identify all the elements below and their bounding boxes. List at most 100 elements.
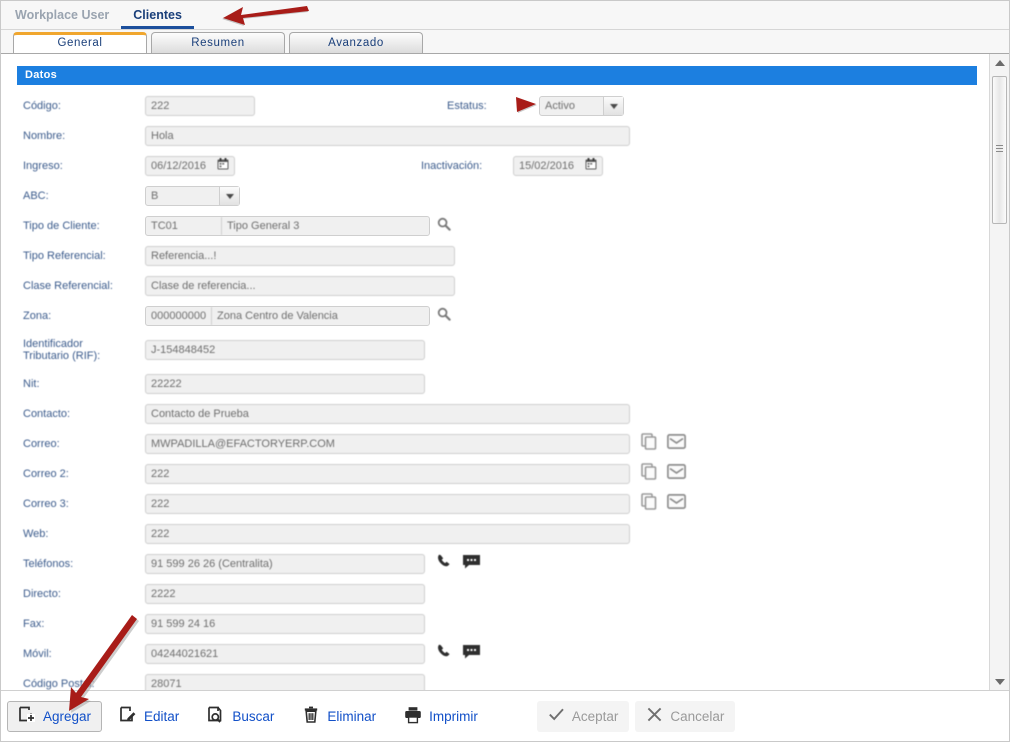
row-zona: Zona: 000000000 Zona Centro de Valencia: [1, 305, 989, 327]
input-tipo-cliente-code[interactable]: TC01: [146, 217, 222, 235]
input-zona-name[interactable]: Zona Centro de Valencia: [212, 307, 429, 325]
triangle-up-icon: [994, 60, 1005, 66]
row-ingreso-inactivacion: Ingreso: 06/12/2016 Inactivación: 15/02/…: [1, 155, 989, 177]
input-zona-code[interactable]: 000000000: [146, 307, 212, 325]
input-telefonos[interactable]: 91 599 26 26 (Centralita): [145, 554, 425, 574]
input-movil[interactable]: 04244021621: [145, 644, 425, 664]
label-clase-referencial: Clase Referencial:: [23, 280, 113, 292]
mail-icon[interactable]: [667, 464, 686, 484]
form-canvas: Datos Código: 222 Estatus: Activo Nombre…: [1, 54, 989, 691]
phone-icon[interactable]: [436, 553, 453, 575]
scrollbar-grip-icon: [996, 145, 1003, 152]
datefield-ingreso[interactable]: 06/12/2016: [145, 156, 235, 176]
tab-resumen[interactable]: Resumen: [151, 32, 285, 53]
correo2-actions: [641, 463, 686, 485]
label-directo: Directo:: [23, 588, 61, 600]
select-estatus[interactable]: Activo: [539, 96, 624, 116]
triangle-down-icon: [994, 679, 1005, 685]
sms-icon[interactable]: [462, 554, 481, 575]
label-rif: Identificador Tributario (RIF):: [23, 338, 145, 362]
input-nombre[interactable]: Hola: [145, 126, 630, 146]
label-tipo-referencial: Tipo Referencial:: [23, 250, 106, 262]
label-correo3: Correo 3:: [23, 498, 69, 510]
scroll-up-button[interactable]: [990, 54, 1009, 72]
cancelar-button[interactable]: Cancelar: [635, 700, 736, 732]
chevron-down-icon[interactable]: [603, 97, 623, 115]
app-tab-workplace-user[interactable]: Workplace User: [1, 1, 121, 29]
input-correo[interactable]: MWPADILLA@EFACTORYERP.COM: [145, 434, 630, 454]
row-telefonos: Teléfonos: 91 599 26 26 (Centralita): [1, 553, 989, 575]
buscar-button[interactable]: Buscar: [196, 701, 285, 732]
input-tipo-referencial[interactable]: Referencia...!: [145, 246, 455, 266]
row-correo2: Correo 2: 222: [1, 463, 989, 485]
client-form-window: Workplace User Clientes General Resumen …: [0, 0, 1010, 742]
input-nit[interactable]: 22222: [145, 374, 425, 394]
editar-button[interactable]: Editar: [108, 701, 190, 732]
sms-icon[interactable]: [462, 644, 481, 665]
row-nombre: Nombre: Hola: [1, 125, 989, 147]
calendar-icon[interactable]: [217, 157, 229, 175]
row-tipo-cliente: Tipo de Cliente: TC01 Tipo General 3: [1, 215, 989, 237]
label-nombre: Nombre:: [23, 130, 66, 142]
input-codigo-postal[interactable]: 28071: [145, 674, 425, 691]
imprimir-label: Imprimir: [429, 708, 478, 724]
label-nit: Nit:: [23, 378, 40, 390]
copy-icon[interactable]: [641, 463, 658, 485]
label-correo2: Correo 2:: [23, 468, 69, 480]
scrollbar-thumb[interactable]: [992, 76, 1007, 224]
select-abc[interactable]: B: [145, 186, 240, 206]
datefield-inactivacion[interactable]: 15/02/2016: [513, 156, 603, 176]
copy-icon[interactable]: [641, 433, 658, 455]
label-contacto: Contacto:: [23, 408, 71, 420]
row-rif: Identificador Tributario (RIF): J-154848…: [1, 335, 989, 365]
input-tipo-cliente[interactable]: TC01 Tipo General 3: [145, 216, 430, 236]
label-zona: Zona:: [23, 310, 52, 322]
input-web[interactable]: 222: [145, 524, 630, 544]
calendar-icon[interactable]: [585, 157, 597, 175]
agregar-button[interactable]: Agregar: [7, 700, 103, 732]
scroll-down-button[interactable]: [990, 673, 1009, 691]
input-clase-referencial[interactable]: Clase de referencia...: [145, 276, 455, 296]
mail-icon[interactable]: [667, 434, 686, 454]
search-document-icon: [207, 706, 225, 727]
telefonos-actions: [436, 553, 481, 575]
input-codigo[interactable]: 222: [145, 96, 255, 116]
input-contacto[interactable]: Contacto de Prueba: [145, 404, 630, 424]
chevron-down-icon[interactable]: [219, 187, 239, 205]
label-telefonos: Teléfonos:: [23, 558, 74, 570]
search-icon[interactable]: [437, 217, 451, 236]
tab-label: Avanzado: [328, 37, 384, 49]
add-icon: [18, 706, 36, 727]
input-fax[interactable]: 91 599 24 16: [145, 614, 425, 634]
app-tabbar: Workplace User Clientes: [1, 1, 1009, 30]
input-zona[interactable]: 000000000 Zona Centro de Valencia: [145, 306, 430, 326]
input-tipo-cliente-name[interactable]: Tipo General 3: [222, 217, 429, 235]
app-tab-clientes[interactable]: Clientes: [121, 1, 194, 29]
copy-icon[interactable]: [641, 493, 658, 515]
vertical-scrollbar[interactable]: [989, 54, 1009, 691]
tab-general[interactable]: General: [13, 32, 147, 53]
aceptar-button[interactable]: Aceptar: [536, 700, 630, 732]
movil-actions: [436, 643, 481, 665]
tab-avanzado[interactable]: Avanzado: [289, 32, 423, 53]
imprimir-button[interactable]: Imprimir: [393, 701, 489, 732]
label-estatus: Estatus:: [447, 100, 487, 112]
phone-icon[interactable]: [436, 643, 453, 665]
row-tipo-referencial: Tipo Referencial: Referencia...!: [1, 245, 989, 267]
row-nit: Nit: 22222: [1, 373, 989, 395]
mail-icon[interactable]: [667, 494, 686, 514]
search-icon[interactable]: [437, 307, 451, 326]
cancelar-label: Cancelar: [670, 708, 725, 724]
input-rif[interactable]: J-154848452: [145, 340, 425, 360]
section-header-datos: Datos: [17, 66, 977, 85]
input-directo[interactable]: 2222: [145, 584, 425, 604]
tab-label: General: [57, 37, 103, 49]
input-correo3[interactable]: 222: [145, 494, 630, 514]
row-correo3: Correo 3: 222: [1, 493, 989, 515]
correo3-actions: [641, 493, 686, 515]
input-correo2[interactable]: 222: [145, 464, 630, 484]
label-abc: ABC:: [23, 190, 49, 202]
eliminar-button[interactable]: Eliminar: [291, 701, 387, 732]
form-scroll-area: Datos Código: 222 Estatus: Activo Nombre…: [1, 54, 1009, 691]
label-movil: Móvil:: [23, 648, 52, 660]
